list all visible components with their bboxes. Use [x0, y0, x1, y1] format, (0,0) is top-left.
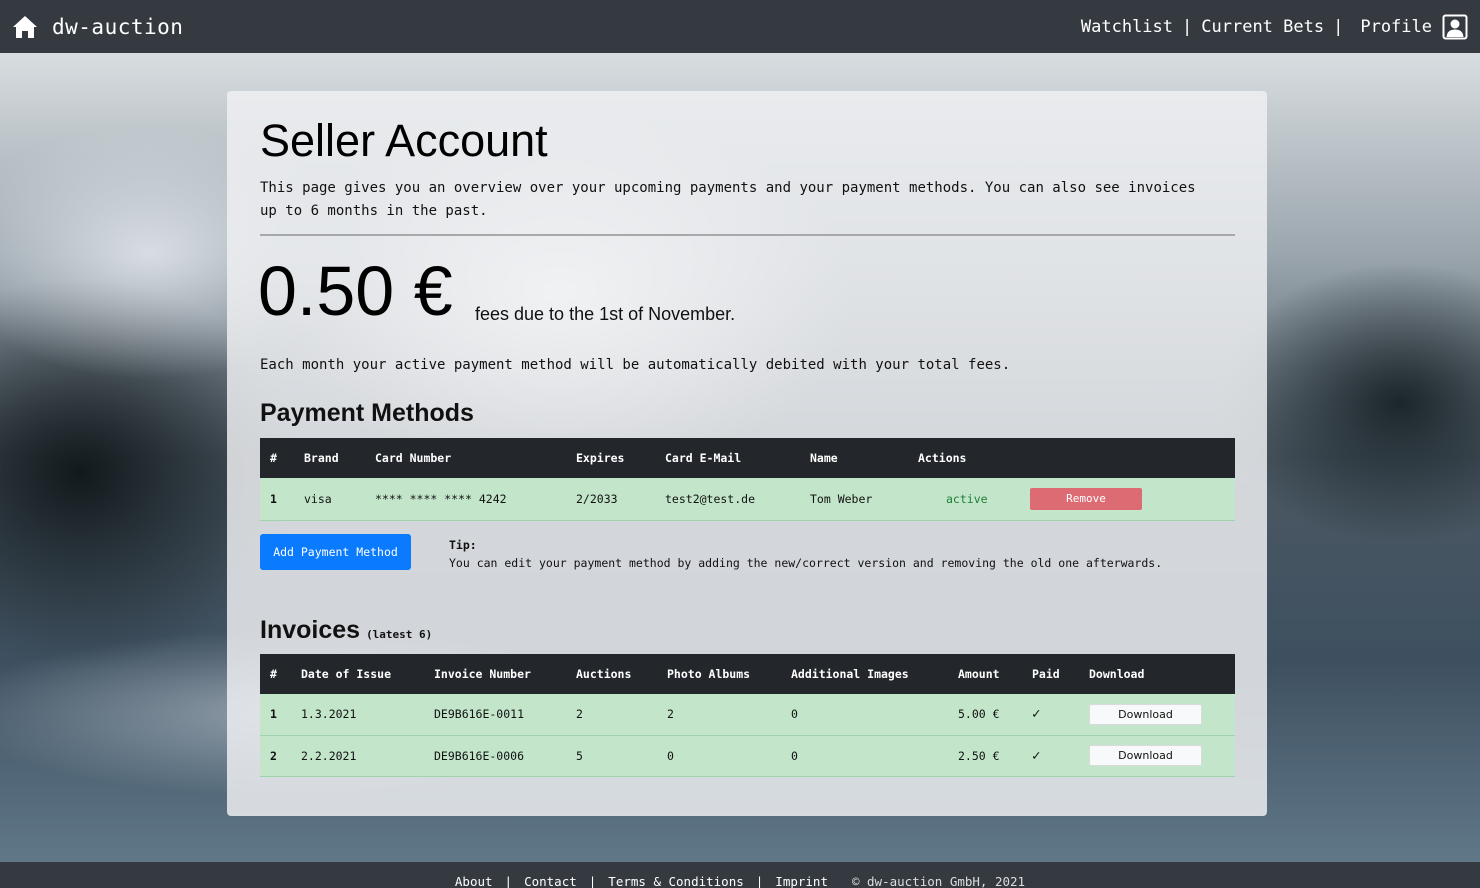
paid-check-icon: ✓: [1032, 747, 1041, 764]
invoice-number: DE9B616E-0011: [434, 707, 525, 722]
column-header: [1030, 438, 1235, 478]
invoice-auctions: 2: [576, 707, 583, 722]
invoice-additional-images: 0: [791, 748, 798, 763]
card-brand: visa: [304, 491, 332, 506]
invoices-title-text: Invoices: [260, 616, 361, 644]
column-header: Paid: [1032, 667, 1060, 681]
footer-separator: |: [755, 873, 764, 888]
footer-copyright: © dw-auction GmbH, 2021: [851, 873, 1026, 888]
table-row: 2 2.2.2021 DE9B616E-0006 5 0 0 2.50 € ✓ …: [260, 735, 1235, 776]
column-header: Card Number: [375, 451, 452, 465]
footer-link-contact[interactable]: Contact: [524, 874, 577, 888]
tip-text: You can edit your payment method by addi…: [449, 556, 1163, 570]
user-icon[interactable]: [1442, 14, 1468, 40]
column-header: Download: [1089, 667, 1145, 681]
fee-amount: 0.50 €: [258, 252, 453, 330]
invoice-number: DE9B616E-0006: [434, 748, 525, 763]
column-header: Invoice Number: [434, 667, 531, 681]
payment-methods-title: Payment Methods: [260, 399, 474, 427]
footer-separator: |: [588, 873, 597, 888]
footer-link-imprint[interactable]: Imprint: [775, 874, 828, 888]
nav-profile[interactable]: Profile: [1360, 14, 1468, 40]
page-title: Seller Account: [260, 115, 548, 166]
column-header: #: [270, 451, 277, 465]
seller-account-card: Seller Account This page gives you an ov…: [227, 91, 1267, 816]
column-header: Photo Albums: [667, 667, 751, 681]
divider: [260, 234, 1235, 236]
payment-methods-table: # Brand Card Number Expires Card E-Mail …: [260, 438, 1235, 521]
download-cell: Download: [1079, 694, 1235, 735]
download-button[interactable]: Download: [1089, 703, 1202, 725]
remove-button[interactable]: Remove: [1030, 487, 1142, 510]
nav-separator: |: [1182, 16, 1193, 37]
brand[interactable]: dw-auction: [12, 14, 183, 40]
invoices-table: # Date of Issue Invoice Number Auctions …: [260, 654, 1235, 777]
column-header: #: [270, 667, 277, 681]
invoices-subtitle: (latest 6): [366, 628, 433, 641]
column-header: Additional Images: [791, 667, 909, 681]
status-badge: active: [908, 478, 1030, 520]
column-header: Amount: [958, 667, 1000, 681]
invoice-amount: 2.50 €: [958, 748, 1000, 763]
top-navbar: dw-auction Watchlist | Current Bets | Pr…: [0, 0, 1480, 53]
row-number: 2: [270, 748, 277, 763]
nav-separator: |: [1333, 16, 1344, 37]
footer-link-about[interactable]: About: [455, 874, 493, 888]
invoice-photo-albums: 0: [667, 748, 674, 763]
column-header: Actions: [918, 451, 967, 465]
card-email: test2@test.de: [665, 491, 756, 506]
column-header: Auctions: [576, 667, 632, 681]
brand-name[interactable]: dw-auction: [52, 15, 183, 39]
download-button[interactable]: Download: [1089, 745, 1202, 766]
nav-profile-label[interactable]: Profile: [1360, 17, 1432, 37]
status-active-text: active: [946, 491, 988, 506]
invoice-additional-images: 0: [791, 707, 798, 722]
nav-watchlist[interactable]: Watchlist: [1081, 17, 1173, 37]
table-header-row: # Brand Card Number Expires Card E-Mail …: [260, 438, 1235, 478]
download-cell: Download: [1079, 735, 1235, 776]
card-number: **** **** **** 4242: [375, 491, 507, 506]
intro-text: This page gives you an overview over you…: [260, 180, 1196, 219]
footer: About | Contact | Terms & Conditions | I…: [0, 862, 1480, 888]
debit-note: Each month your active payment method wi…: [260, 357, 1011, 373]
remove-cell: Remove: [1030, 478, 1235, 520]
invoice-auctions: 5: [576, 748, 583, 763]
invoice-date: 2.2.2021: [301, 748, 357, 763]
tip-label: Tip:: [449, 538, 477, 552]
table-row: 1 1.3.2021 DE9B616E-0011 2 2 0 5.00 € ✓ …: [260, 694, 1235, 735]
footer-link-terms[interactable]: Terms & Conditions: [608, 874, 743, 888]
row-number: 1: [270, 707, 277, 722]
column-header: Name: [810, 451, 838, 465]
home-icon[interactable]: [12, 14, 38, 40]
invoices-title: Invoices (latest 6): [260, 616, 432, 645]
paid-check-icon: ✓: [1032, 706, 1041, 723]
column-header: Brand: [304, 451, 339, 465]
table-row: 1 visa **** **** **** 4242 2/2033 test2@…: [260, 478, 1235, 520]
add-payment-method-button[interactable]: Add Payment Method: [260, 534, 411, 570]
fee-due-text: fees due to the 1st of November.: [475, 304, 736, 324]
column-header: Card E-Mail: [665, 451, 742, 465]
invoice-amount: 5.00 €: [958, 707, 1000, 722]
invoice-date: 1.3.2021: [301, 707, 357, 722]
table-header-row: # Date of Issue Invoice Number Auctions …: [260, 654, 1235, 694]
footer-separator: |: [504, 873, 513, 888]
card-expires: 2/2033: [576, 491, 618, 506]
nav-links: Watchlist | Current Bets | Profile: [1081, 14, 1468, 40]
tip: Tip: You can edit your payment method by…: [449, 536, 1162, 572]
card-holder-name: Tom Weber: [810, 491, 873, 506]
nav-current-bets[interactable]: Current Bets: [1201, 17, 1324, 37]
row-number: 1: [270, 491, 277, 506]
invoice-photo-albums: 2: [667, 707, 674, 722]
column-header: Date of Issue: [301, 667, 392, 681]
column-header: Expires: [576, 451, 625, 465]
